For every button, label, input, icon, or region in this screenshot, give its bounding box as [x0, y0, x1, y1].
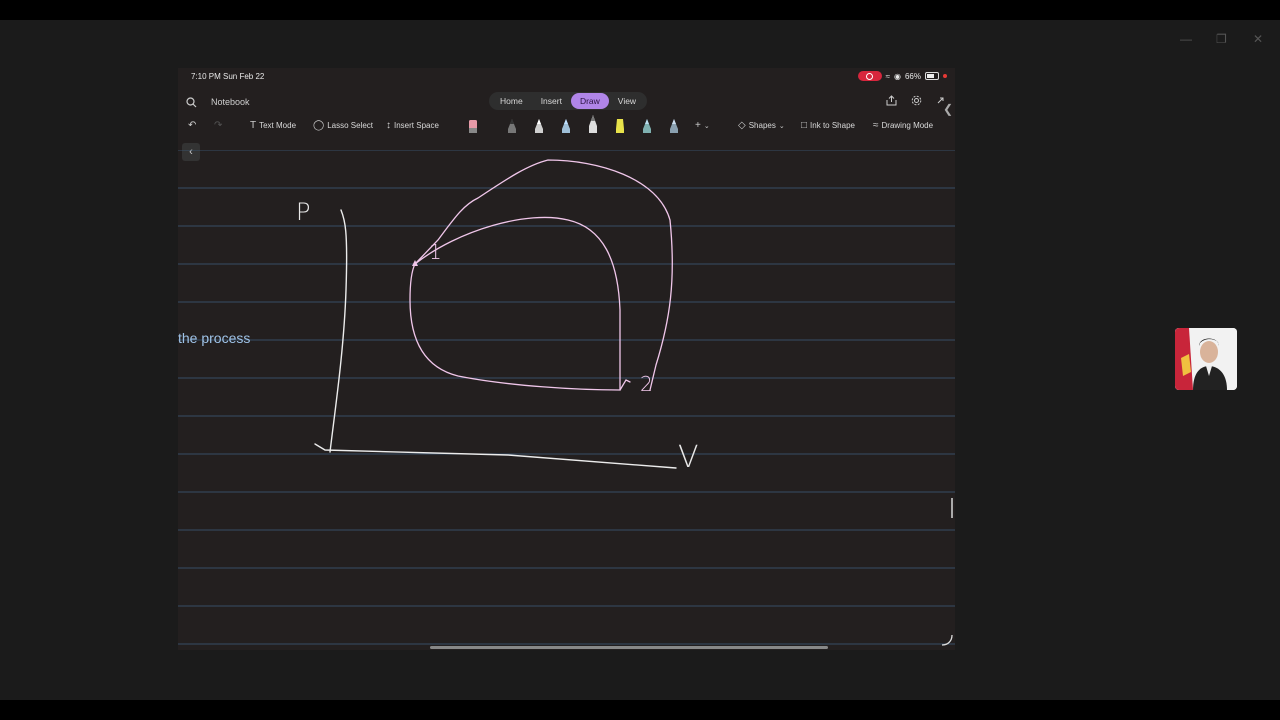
share-icon[interactable] [886, 95, 897, 106]
text-mode-button[interactable]: T Text Mode [250, 120, 296, 131]
panel-chevron-icon[interactable]: ❮ [943, 102, 953, 116]
restore-icon[interactable]: ❐ [1216, 32, 1227, 46]
note-canvas[interactable]: P V 1 2 the process [178, 150, 955, 650]
app-header: Notebook Home Insert Draw View ❮ [178, 90, 955, 116]
ipad-screen: 7:10 PM Sun Feb 22 ≈ ◉ 66% Notebook Home… [178, 68, 955, 650]
ink-to-shape-button[interactable]: □ Ink to Shape [801, 120, 855, 131]
text-mode-icon: T [250, 120, 257, 131]
redo-icon[interactable]: ↷ [214, 120, 222, 131]
insert-space-icon: ↕ [386, 120, 391, 131]
note-text-the-process[interactable]: the process [178, 330, 250, 346]
drawing-mode-label: Drawing Mode [881, 121, 934, 130]
draw-toolbar: ↶ ↷ T Text Mode ◯ Lasso Select ↕ Insert … [178, 114, 955, 136]
eraser-icon[interactable] [468, 118, 478, 134]
pen-lightblue-icon[interactable] [561, 118, 571, 134]
add-pen-button[interactable]: + ⌄ [695, 120, 710, 131]
insert-space-label: Insert Space [394, 121, 439, 130]
text-mode-label: Text Mode [259, 121, 297, 130]
ribbon-tabs: Home Insert Draw View [489, 92, 648, 110]
search-icon[interactable] [186, 97, 197, 108]
lasso-select-button[interactable]: ◯ Lasso Select [313, 120, 373, 131]
shapes-label: Shapes [748, 121, 776, 130]
screen-record-icon [857, 71, 882, 81]
battery-icon [925, 72, 939, 80]
pen-white-icon[interactable] [534, 118, 544, 134]
status-time: 7:10 PM Sun Feb 22 [191, 72, 265, 81]
settings-gear-icon[interactable] [911, 95, 922, 106]
ink-drawing [178, 150, 955, 645]
pen-selected-icon[interactable] [588, 114, 598, 134]
chevron-down-icon: ⌄ [703, 122, 710, 130]
highlighter-yellow-icon[interactable] [615, 118, 625, 134]
close-icon[interactable]: ✕ [1253, 32, 1263, 46]
insert-space-button[interactable]: ↕ Insert Space [386, 120, 439, 131]
ink-to-shape-icon: □ [801, 120, 808, 131]
lasso-icon: ◯ [313, 120, 325, 131]
axis-label-p: P [296, 198, 311, 226]
status-bar: 7:10 PM Sun Feb 22 ≈ ◉ 66% [178, 68, 955, 86]
drawing-mode-icon: ≈ [873, 120, 879, 131]
window-bottom-bar [0, 700, 1280, 720]
tab-insert[interactable]: Insert [532, 93, 571, 109]
shapes-icon: ◇ [738, 120, 746, 131]
pen-gray-icon[interactable] [507, 118, 517, 134]
state-label-1: 1 [429, 240, 442, 264]
tab-view[interactable]: View [609, 93, 645, 109]
undo-icon[interactable]: ↶ [188, 120, 196, 131]
chevron-down-icon: ⌄ [778, 122, 785, 130]
plus-icon: + [695, 120, 701, 131]
shapes-button[interactable]: ◇ Shapes ⌄ [738, 120, 785, 131]
pen-slate-icon[interactable] [669, 118, 679, 134]
lasso-select-label: Lasso Select [327, 121, 374, 130]
resize-handle-icon[interactable] [940, 633, 954, 647]
recording-dot-icon [943, 74, 947, 78]
notebook-title: Notebook [211, 97, 250, 107]
battery-percent: 66% [904, 71, 921, 81]
minimize-icon[interactable]: — [1180, 32, 1192, 46]
state-label-2: 2 [640, 372, 653, 396]
tab-home[interactable]: Home [491, 93, 532, 109]
ink-to-shape-label: Ink to Shape [810, 121, 855, 130]
drawing-mode-button[interactable]: ≈ Drawing Mode [873, 120, 933, 131]
vertical-scrollbar[interactable] [951, 498, 953, 518]
location-icon: ◉ [894, 71, 901, 81]
window-title-bar [0, 0, 1280, 20]
outer-cycle-path [414, 159, 673, 391]
presenter-webcam-avatar [1175, 328, 1237, 390]
pen-teal-icon[interactable] [642, 118, 652, 134]
axis-label-v: V [678, 440, 699, 475]
horizontal-scrollbar[interactable] [430, 646, 828, 649]
wifi-icon: ≈ [885, 71, 890, 81]
v-axis-line [314, 443, 677, 469]
tab-draw[interactable]: Draw [570, 93, 609, 109]
